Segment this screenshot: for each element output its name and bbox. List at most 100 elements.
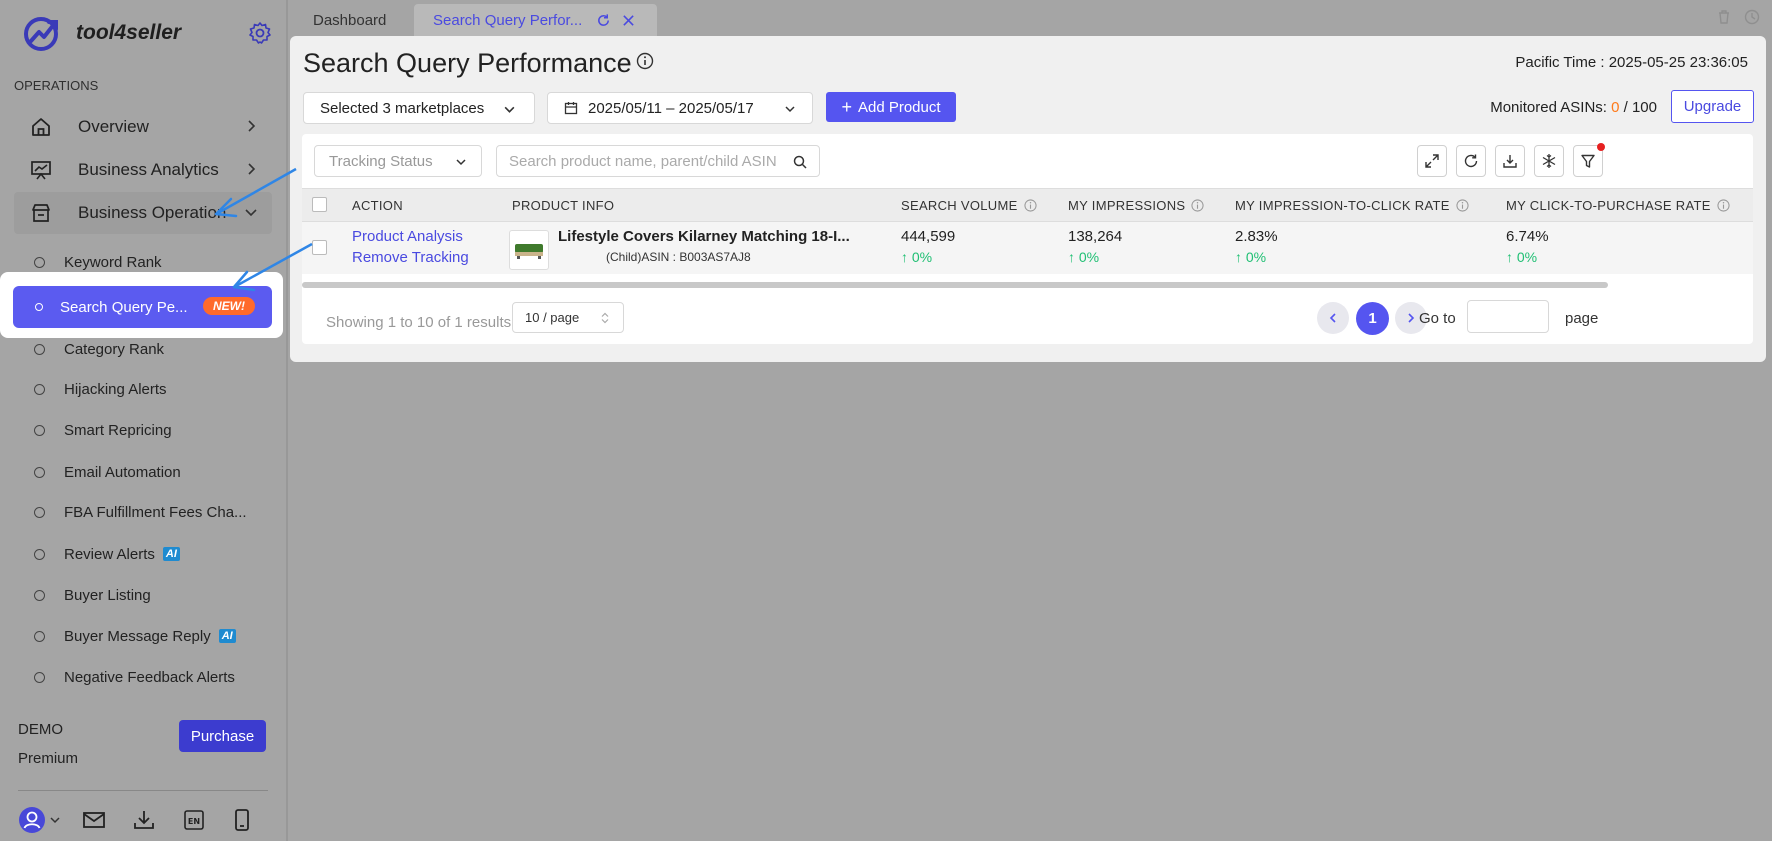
change-value: 0% [1078,249,1100,265]
search-input[interactable]: Search product name, parent/child ASIN [496,145,820,177]
sidebar-item-buyer-listing[interactable]: Buyer Listing [0,580,288,610]
column-header-action: ACTION [352,198,403,213]
sidebar-item-review-alerts[interactable]: Review Alerts AI [0,539,288,569]
mail-icon[interactable] [80,806,108,834]
product-asin: (Child)ASIN : B003AS7AJ8 [606,250,751,264]
page-title: Search Query Performance [303,48,632,78]
page-size-select[interactable]: 10 / page [512,302,624,333]
date-range-picker[interactable]: 2025/05/11 – 2025/05/17 [547,92,813,124]
marketplace-select[interactable]: Selected 3 marketplaces [303,92,535,124]
column-header-my-impressions[interactable]: MY IMPRESSIONS [1068,198,1204,213]
clock-icon[interactable] [1744,9,1760,25]
monitored-total: 100 [1631,99,1657,116]
bullet-icon [35,303,43,311]
table-header: ACTION PRODUCT INFO SEARCH VOLUME MY IMP… [302,188,1753,222]
column-label: PRODUCT INFO [512,198,615,213]
sidebar-item-label: Negative Feedback Alerts [64,668,235,686]
sidebar-item-search-query-performance[interactable]: Search Query Pe... NEW! [13,286,272,328]
product-image[interactable] [509,230,549,270]
gear-icon[interactable] [248,21,272,45]
chevron-down-icon [504,106,515,113]
column-header-impression-to-click-rate[interactable]: MY IMPRESSION-TO-CLICK RATE [1235,198,1469,213]
remove-tracking-link[interactable]: Remove Tracking [352,249,469,266]
info-icon[interactable] [1191,199,1204,212]
row-checkbox[interactable] [312,240,327,255]
sidebar-item-label: Overview [78,117,149,136]
horizontal-scrollbar[interactable] [302,282,1608,288]
tab-dashboard[interactable]: Dashboard [294,4,405,36]
column-header-product-info: PRODUCT INFO [512,198,614,213]
goto-page-input[interactable] [1467,300,1549,333]
sidebar: tool4seller OPERATIONS Overview Business… [0,0,288,841]
mobile-icon[interactable] [228,806,256,834]
sidebar-item-business-analytics[interactable]: Business Analytics [14,149,272,191]
tracking-status-select[interactable]: Tracking Status [314,145,482,177]
purchase-button[interactable]: Purchase [179,720,266,752]
main-panel: Search Query Performance Pacific Time : … [290,36,1766,362]
close-icon[interactable] [622,12,638,28]
bullet-icon [34,589,45,601]
column-header-click-to-purchase-rate[interactable]: MY CLICK-TO-PURCHASE RATE [1506,198,1730,213]
sidebar-item-smart-repricing[interactable]: Smart Repricing [0,415,288,445]
chevron-left-icon [1329,313,1336,323]
language-en-icon[interactable]: EN [180,806,208,834]
refresh-icon[interactable] [596,12,612,28]
sidebar-item-hijacking-alerts[interactable]: Hijacking Alerts [0,374,288,404]
product-name[interactable]: Lifestyle Covers Kilarney Matching 18-I.… [558,228,850,245]
bullet-icon [34,256,45,268]
sidebar-item-email-automation[interactable]: Email Automation [0,457,288,487]
ctr-change: ↑ 0% [1235,249,1266,265]
change-value: 0% [911,249,933,265]
cpr-change: ↑ 0% [1506,249,1537,265]
download-icon[interactable] [130,806,158,834]
snowflake-icon [1542,154,1556,168]
select-all-checkbox[interactable] [312,197,327,212]
sort-icon [601,312,609,324]
trash-icon[interactable] [1716,9,1732,25]
expand-button[interactable] [1417,145,1447,177]
sidebar-item-label: Email Automation [64,463,181,481]
info-icon[interactable] [1717,199,1730,212]
sidebar-item-category-rank[interactable]: Category Rank [0,334,288,364]
product-analysis-link[interactable]: Product Analysis [352,228,463,245]
tab-search-query-performance[interactable]: Search Query Perfor... [414,4,658,36]
impressions-change: ↑ 0% [1068,249,1099,265]
logo[interactable]: tool4seller [22,14,274,52]
search-volume-change: ↑ 0% [901,249,932,265]
export-button[interactable] [1495,145,1525,177]
sidebar-item-business-operation[interactable]: Business Operation [14,192,272,234]
freeze-columns-button[interactable] [1534,145,1564,177]
search-icon[interactable] [793,155,807,169]
info-icon[interactable] [1024,199,1037,212]
bullet-icon [34,466,45,478]
tab-label: Dashboard [313,11,387,29]
sidebar-item-fba-fees[interactable]: FBA Fulfillment Fees Cha... [0,497,288,527]
user-avatar-icon[interactable] [18,806,46,834]
app-name: tool4seller [76,21,182,44]
svg-text:EN: EN [188,817,200,826]
sidebar-item-label: FBA Fulfillment Fees Cha... [64,503,247,521]
chevron-down-icon[interactable] [48,806,62,834]
refresh-button[interactable] [1456,145,1486,177]
sidebar-item-label: Category Rank [64,340,165,358]
page-number-current[interactable]: 1 [1356,302,1389,335]
info-icon[interactable] [1456,199,1469,212]
sidebar-item-label: Keyword Rank [64,253,162,271]
marketplace-select-value: Selected 3 marketplaces [320,99,485,117]
upgrade-button[interactable]: Upgrade [1671,90,1754,123]
pacific-time-label: Pacific Time : [1515,54,1605,71]
page-size-value: 10 / page [525,310,580,325]
sidebar-item-overview[interactable]: Overview [14,106,272,148]
prev-page-button[interactable] [1317,302,1349,334]
tabs-bar: Dashboard Search Query Perfor... [290,0,1772,36]
sidebar-item-label: Business Operation [78,203,227,222]
sidebar-item-label: Buyer Listing [64,586,151,604]
info-icon[interactable] [636,52,654,70]
filter-button[interactable] [1573,143,1605,177]
sidebar-item-buyer-message-reply[interactable]: Buyer Message Reply AI [0,621,288,651]
tracking-status-placeholder: Tracking Status [329,152,433,170]
chevron-down-icon [785,106,795,113]
sidebar-item-negative-feedback-alerts[interactable]: Negative Feedback Alerts [0,662,288,692]
column-header-search-volume[interactable]: SEARCH VOLUME [901,198,1037,213]
add-product-button[interactable]: + Add Product [826,92,956,122]
